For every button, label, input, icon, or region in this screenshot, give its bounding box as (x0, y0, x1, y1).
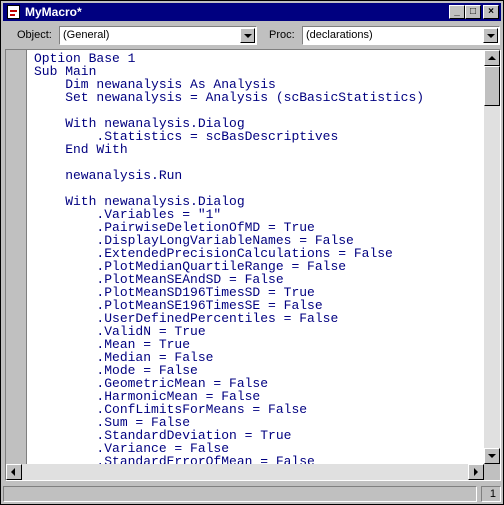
macro-document-icon[interactable] (7, 5, 20, 19)
line-number: 1 (489, 488, 496, 500)
code-line[interactable]: Set newanalysis = Analysis (scBasicStati… (34, 91, 484, 104)
code-line[interactable]: .StandardErrorOfMean = False (34, 455, 484, 464)
status-bar: 1 (3, 485, 501, 503)
status-panel (3, 486, 477, 502)
object-dropdown-value: (General) (63, 29, 110, 41)
code-line[interactable]: newanalysis.Run (34, 169, 484, 182)
scroll-left-arrow-icon[interactable] (6, 464, 22, 480)
scroll-up-arrow-icon[interactable] (484, 50, 500, 66)
scrollbar-corner (484, 464, 500, 480)
maximize-button[interactable]: □ (465, 5, 481, 19)
line-number-panel: 1 (481, 486, 501, 502)
code-line[interactable]: Option Base 1 (34, 52, 484, 65)
chevron-down-icon[interactable] (483, 28, 498, 43)
window-title: MyMacro* (25, 5, 82, 19)
proc-dropdown[interactable]: (declarations) (302, 26, 500, 45)
object-label: Object: (17, 29, 52, 41)
proc-label: Proc: (269, 29, 295, 41)
proc-dropdown-value: (declarations) (306, 29, 373, 41)
vertical-scroll-thumb[interactable] (484, 66, 500, 106)
close-button[interactable]: × (483, 5, 499, 19)
code-text-area[interactable]: Option Base 1 Sub Main Dim newanalysis As… (34, 52, 484, 464)
code-line[interactable]: End With (34, 143, 484, 156)
minimize-button[interactable]: _ (449, 5, 465, 19)
procedure-toolbar: Object: (General) Proc: (declarations) (3, 23, 501, 47)
macro-window: MyMacro* _ □ × Object: (General) Proc: (… (0, 0, 504, 505)
scroll-right-arrow-icon[interactable] (468, 464, 484, 480)
horizontal-scrollbar[interactable] (6, 464, 484, 480)
chevron-down-icon[interactable] (240, 28, 255, 43)
vertical-scrollbar[interactable] (484, 50, 500, 464)
object-dropdown[interactable]: (General) (59, 26, 257, 45)
title-bar[interactable]: MyMacro* _ □ × (3, 3, 501, 21)
margin-indicator-bar[interactable] (6, 50, 27, 466)
scroll-down-arrow-icon[interactable] (484, 448, 500, 464)
code-editor[interactable]: Option Base 1 Sub Main Dim newanalysis As… (5, 49, 501, 481)
